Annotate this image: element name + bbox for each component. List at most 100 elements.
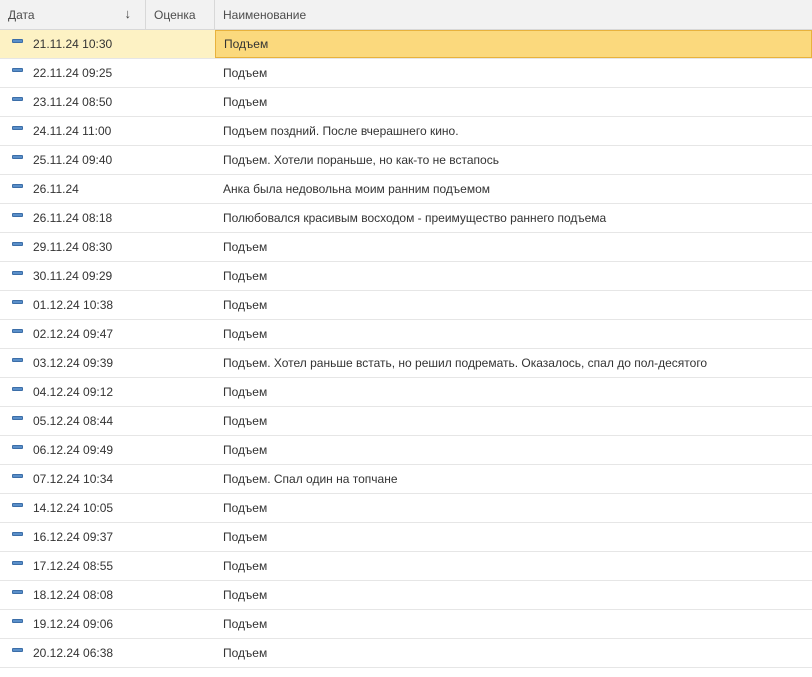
table-row[interactable]: 30.11.24 09:29 Подъем — [0, 262, 812, 291]
cell-name[interactable]: Подъем — [215, 581, 812, 609]
cell-name[interactable]: Подъем — [215, 233, 812, 261]
table-row[interactable]: 29.11.24 08:30 Подъем — [0, 233, 812, 262]
cell-date[interactable]: 24.11.24 11:00 — [0, 117, 146, 145]
cell-date[interactable]: 18.12.24 08:08 — [0, 581, 146, 609]
cell-score[interactable] — [146, 204, 215, 232]
table-row[interactable]: 04.12.24 09:12 Подъем — [0, 378, 812, 407]
table-row[interactable]: 02.12.24 09:47 Подъем — [0, 320, 812, 349]
cell-name[interactable]: Подъем — [215, 291, 812, 319]
cell-name[interactable]: Полюбовался красивым восходом - преимуще… — [215, 204, 812, 232]
table-row[interactable]: 03.12.24 09:39 Подъем. Хотел раньше встат… — [0, 349, 812, 378]
cell-name[interactable]: Подъем — [215, 552, 812, 580]
cell-name[interactable]: Подъем — [215, 378, 812, 406]
cell-name[interactable]: Подъем — [215, 523, 812, 551]
cell-score[interactable] — [146, 88, 215, 116]
cell-score[interactable] — [146, 349, 215, 377]
document-item-icon — [12, 242, 23, 246]
cell-score[interactable] — [146, 59, 215, 87]
cell-name[interactable]: Подъем — [215, 494, 812, 522]
cell-name[interactable]: Подъем — [215, 639, 812, 667]
cell-name[interactable]: Подъем поздний. После вчерашнего кино. — [215, 117, 812, 145]
document-item-icon — [12, 561, 23, 565]
table-row[interactable]: 19.12.24 09:06 Подъем — [0, 610, 812, 639]
cell-date[interactable]: 29.11.24 08:30 — [0, 233, 146, 261]
cell-name[interactable]: Подъем — [215, 407, 812, 435]
cell-name[interactable]: Подъем — [215, 88, 812, 116]
cell-score[interactable] — [146, 407, 215, 435]
table-row[interactable]: 22.11.24 09:25 Подъем — [0, 59, 812, 88]
cell-score[interactable] — [146, 465, 215, 493]
table-row[interactable]: 06.12.24 09:49 Подъем — [0, 436, 812, 465]
cell-score[interactable] — [146, 291, 215, 319]
cell-date[interactable]: 16.12.24 09:37 — [0, 523, 146, 551]
cell-score[interactable] — [146, 320, 215, 348]
cell-name[interactable]: Подъем. Спал один на топчане — [215, 465, 812, 493]
cell-name[interactable]: Подъем — [215, 610, 812, 638]
table-row[interactable]: 05.12.24 08:44 Подъем — [0, 407, 812, 436]
table-row[interactable]: 18.12.24 08:08 Подъем — [0, 581, 812, 610]
cell-date[interactable]: 07.12.24 10:34 — [0, 465, 146, 493]
cell-date-text: 14.12.24 10:05 — [33, 501, 114, 515]
cell-score[interactable] — [146, 552, 215, 580]
column-header-score[interactable]: Оценка — [146, 0, 215, 29]
cell-date[interactable]: 01.12.24 10:38 — [0, 291, 146, 319]
cell-date[interactable]: 21.11.24 10:30 — [0, 30, 146, 58]
column-header-name[interactable]: Наименование — [215, 0, 812, 29]
cell-name[interactable]: Анка была недовольна моим ранним подъемо… — [215, 175, 812, 203]
cell-name-text: Подъем. Хотели пораньше, но как-то не вс… — [223, 153, 499, 167]
cell-date-text: 30.11.24 09:29 — [33, 269, 113, 283]
cell-date[interactable]: 05.12.24 08:44 — [0, 407, 146, 435]
cell-score[interactable] — [146, 146, 215, 174]
cell-score[interactable] — [146, 436, 215, 464]
cell-score[interactable] — [146, 581, 215, 609]
cell-date[interactable]: 17.12.24 08:55 — [0, 552, 146, 580]
cell-name-text: Подъем — [223, 240, 268, 254]
table-row[interactable]: 01.12.24 10:38 Подъем — [0, 291, 812, 320]
table-row[interactable]: 17.12.24 08:55 Подъем — [0, 552, 812, 581]
cell-score[interactable] — [146, 30, 215, 58]
cell-date[interactable]: 14.12.24 10:05 — [0, 494, 146, 522]
cell-date[interactable]: 30.11.24 09:29 — [0, 262, 146, 290]
cell-date[interactable]: 25.11.24 09:40 — [0, 146, 146, 174]
cell-date[interactable]: 04.12.24 09:12 — [0, 378, 146, 406]
cell-date[interactable]: 26.11.24 08:18 — [0, 204, 146, 232]
cell-name[interactable]: Подъем — [215, 59, 812, 87]
column-header-date[interactable]: Дата ↓ — [0, 0, 146, 29]
cell-date[interactable]: 02.12.24 09:47 — [0, 320, 146, 348]
cell-name[interactable]: Подъем — [215, 436, 812, 464]
table-row[interactable]: 16.12.24 09:37 Подъем — [0, 523, 812, 552]
table-row[interactable]: 24.11.24 11:00 Подъем поздний. После вчер… — [0, 117, 812, 146]
cell-score[interactable] — [146, 233, 215, 261]
table-row[interactable]: 21.11.24 10:30 Подъем — [0, 30, 812, 59]
cell-name[interactable]: Подъем — [215, 320, 812, 348]
cell-score[interactable] — [146, 523, 215, 551]
cell-name[interactable]: Подъем — [215, 30, 812, 58]
sort-down-arrow-icon[interactable]: ↓ — [125, 6, 132, 21]
cell-score[interactable] — [146, 610, 215, 638]
table-row[interactable]: 07.12.24 10:34 Подъем. Спал один на топча… — [0, 465, 812, 494]
table-row[interactable]: 26.11.24 Анка была недовольна моим ранним… — [0, 175, 812, 204]
cell-score[interactable] — [146, 117, 215, 145]
cell-score[interactable] — [146, 639, 215, 667]
cell-score[interactable] — [146, 378, 215, 406]
cell-score[interactable] — [146, 262, 215, 290]
cell-date[interactable]: 20.12.24 06:38 — [0, 639, 146, 667]
cell-name[interactable]: Подъем. Хотели пораньше, но как-то не вс… — [215, 146, 812, 174]
table-row[interactable]: 26.11.24 08:18 Полюбовался красивым восхо… — [0, 204, 812, 233]
cell-date[interactable]: 03.12.24 09:39 — [0, 349, 146, 377]
table-row[interactable]: 20.12.24 06:38 Подъем — [0, 639, 812, 668]
cell-date[interactable]: 06.12.24 09:49 — [0, 436, 146, 464]
cell-date[interactable]: 26.11.24 — [0, 175, 146, 203]
cell-name[interactable]: Подъем — [215, 262, 812, 290]
table-row[interactable]: 25.11.24 09:40 Подъем. Хотели пораньше, н… — [0, 146, 812, 175]
cell-date[interactable]: 22.11.24 09:25 — [0, 59, 146, 87]
table-row[interactable]: 14.12.24 10:05 Подъем — [0, 494, 812, 523]
cell-name[interactable]: Подъем. Хотел раньше встать, но решил по… — [215, 349, 812, 377]
cell-score[interactable] — [146, 175, 215, 203]
cell-score[interactable] — [146, 494, 215, 522]
table-row[interactable]: 23.11.24 08:50 Подъем — [0, 88, 812, 117]
cell-date[interactable]: 23.11.24 08:50 — [0, 88, 146, 116]
cell-date[interactable]: 19.12.24 09:06 — [0, 610, 146, 638]
cell-date-text: 18.12.24 08:08 — [33, 588, 114, 602]
document-item-icon — [12, 155, 23, 159]
